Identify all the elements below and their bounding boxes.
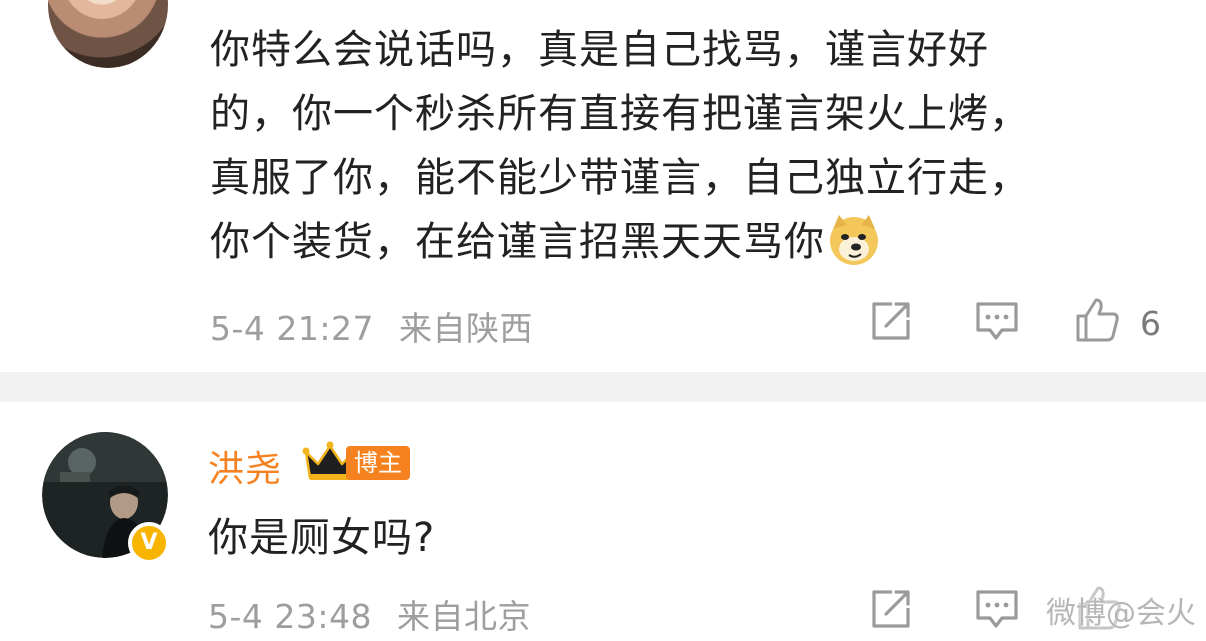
comment-meta: 5-4 21:27 来自陕西	[210, 302, 533, 350]
comment-line: 你特么会说话吗，真是自己找骂，谨言好好	[210, 27, 989, 73]
comment-body: 你特么会说话吗，真是自己找骂，谨言好好 的，你一个秒杀所有直接有把谨言架火上烤，…	[210, 18, 1090, 274]
comment-icon[interactable]	[974, 298, 1020, 344]
username[interactable]: 洪尧	[208, 440, 282, 492]
watermark: 微博@会火	[1046, 596, 1196, 631]
like-count: 6	[1140, 304, 1161, 343]
comment-line-with-emoji: 你个装货，在给谨言招黑天天骂你	[210, 210, 1090, 274]
timestamp: 5-4 21:27	[210, 309, 374, 348]
share-icon[interactable]	[868, 298, 914, 344]
timestamp: 5-4 23:48	[208, 597, 372, 636]
location: 来自陕西	[399, 309, 533, 348]
author-badge: 博主	[346, 446, 410, 480]
section-divider	[0, 372, 1206, 402]
location: 来自北京	[397, 597, 531, 636]
share-icon[interactable]	[868, 586, 914, 632]
verified-badge: V	[128, 522, 170, 564]
comment-line: 你个装货，在给谨言招黑天天骂你	[210, 219, 825, 265]
comment-body: 你是厕女吗?	[208, 515, 436, 561]
comment-meta: 5-4 23:48 来自北京	[208, 590, 531, 638]
comment-line: 真服了你，能不能少带谨言，自己独立行走，	[210, 155, 1030, 201]
comment-line: 的，你一个秒杀所有直接有把谨言架火上烤，	[210, 91, 1030, 137]
comment-icon[interactable]	[974, 586, 1020, 632]
doge-emoji-icon	[830, 215, 878, 265]
like-icon[interactable]	[1074, 296, 1120, 342]
avatar[interactable]	[48, 0, 168, 68]
comment-list: 你特么会说话吗，真是自己找骂，谨言好好 的，你一个秒杀所有直接有把谨言架火上烤，…	[0, 0, 1206, 641]
